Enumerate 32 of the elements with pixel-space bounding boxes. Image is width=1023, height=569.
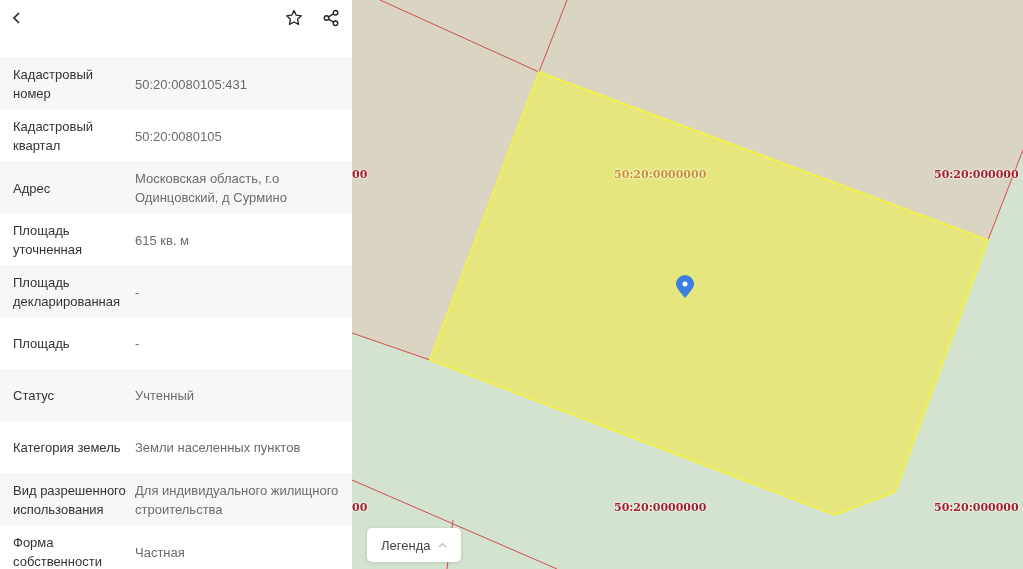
property-label: Форма собственности xyxy=(13,534,103,569)
parcel-number-label: 50:20:0000000 xyxy=(614,501,707,514)
property-label: Вид разрешенного использования xyxy=(13,482,127,519)
property-label: Категория земель xyxy=(13,438,122,457)
property-value: Для индивидуального жилищного строительства xyxy=(135,482,340,519)
parcel-number-label: 00 xyxy=(352,501,368,514)
property-value: - xyxy=(135,334,141,353)
property-value: Земли населенных пунктов xyxy=(135,438,302,457)
parcel-number-label: 50:20:000000 xyxy=(934,168,1019,181)
property-value: 50:20:0080105:431 xyxy=(135,75,249,94)
property-label: Площадь xyxy=(13,334,71,353)
property-value: 50:20:0080105 xyxy=(135,127,223,146)
property-label: Кадастровый квартал xyxy=(13,118,95,155)
map-view[interactable]: 00 50:20:0000000 50:20:000000 00 50:20:0000000 50:20:000000 Легенда xyxy=(352,0,1023,569)
property-label: Площадь декларированная xyxy=(13,274,122,311)
property-label: Кадастровый номер xyxy=(13,66,95,103)
property-label: Адрес xyxy=(13,179,52,198)
property-label: Площадь уточненная xyxy=(13,222,84,259)
property-value: Московская область, г.о Одинцовский, д Сурмино xyxy=(135,170,288,207)
legend-button[interactable]: Легенда xyxy=(367,528,462,562)
property-value: - xyxy=(135,283,141,302)
parcel-number-label: 00 xyxy=(352,168,368,181)
property-value: Учтенный xyxy=(135,386,196,405)
property-label: Статус xyxy=(13,386,56,405)
parcel-number-label: 50:20:000000 xyxy=(934,501,1019,514)
property-value: 615 кв. м xyxy=(135,231,191,250)
location-pin-icon xyxy=(675,275,695,299)
star-icon xyxy=(284,8,304,28)
property-value: Частная xyxy=(135,543,186,562)
share-icon xyxy=(322,9,340,27)
parcel-number-label: 50:20:0000000 xyxy=(614,168,707,181)
chevron-up-icon xyxy=(438,542,448,548)
